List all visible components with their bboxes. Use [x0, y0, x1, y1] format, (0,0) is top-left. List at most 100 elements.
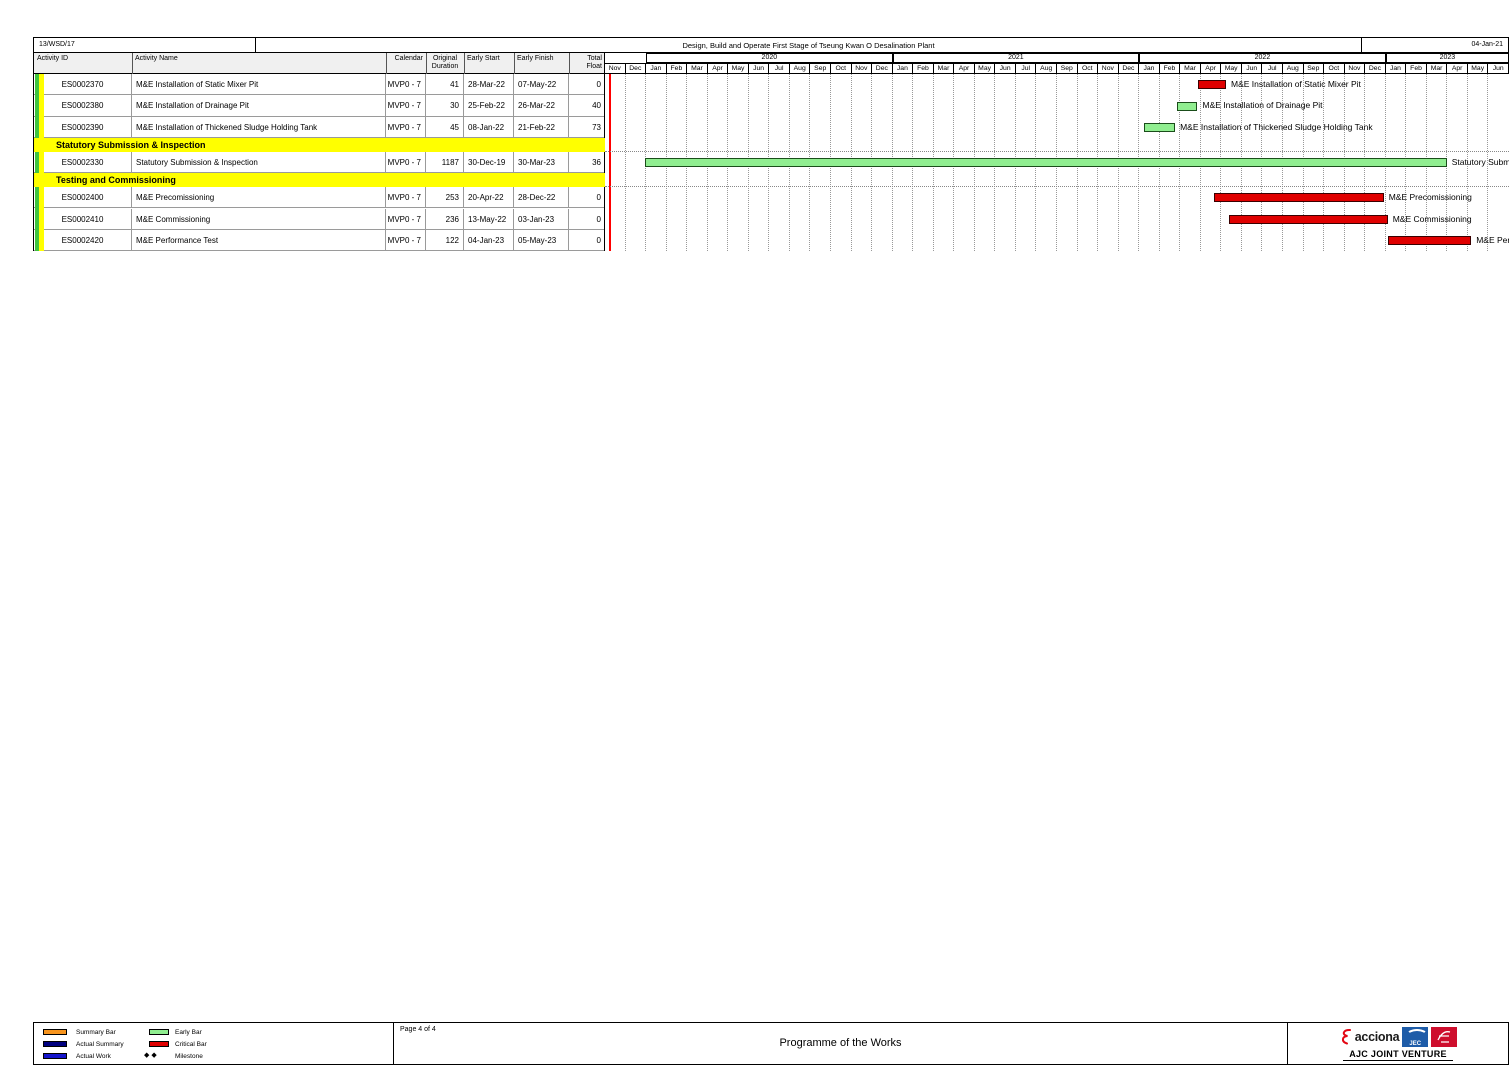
month-cell: Jun [1242, 64, 1263, 74]
cell-activity-name: M&E Installation of Thickened Sludge Hol… [132, 117, 386, 138]
gantt-bar-early [645, 158, 1447, 167]
cell-total-float: 40 [569, 95, 605, 116]
acciona-logo: acciona [1355, 1030, 1399, 1044]
month-cell: Sep [1057, 64, 1078, 74]
cell-calendar: MVP0 - 7 [386, 187, 426, 208]
cell-duration: 1187 [426, 152, 464, 173]
col-activity-id: Activity ID [37, 55, 68, 63]
cell-activity-name: M&E Installation of Static Mixer Pit [132, 74, 386, 95]
gantt-sheet: 13/WSD/17 Design, Build and Operate Firs… [33, 37, 1509, 251]
legend-label: Milestone [175, 1053, 203, 1060]
gantt-bar-critical [1214, 193, 1384, 202]
month-cell: Apr [954, 64, 975, 74]
bar-label: M&E Installation of Drainage Pit [1203, 95, 1323, 116]
month-cell: May [1468, 64, 1489, 74]
month-cell: Oct [1324, 64, 1345, 74]
month-cell: Aug [1036, 64, 1057, 74]
project-title: Design, Build and Operate First Stage of… [256, 38, 1362, 52]
legend-label: Actual Summary [76, 1041, 124, 1048]
month-cell: Aug [1283, 64, 1304, 74]
timeline-year-row: 2020202120222023 [605, 53, 1509, 63]
activity-row: ES0002400M&E PrecomissioningMVP0 - 72532… [34, 187, 605, 208]
gantt-bar-early [1144, 123, 1175, 132]
month-cell: Apr [708, 64, 729, 74]
col-total-float: Total Float [570, 55, 602, 71]
group-band-row: Statutory Submission & Inspection [34, 138, 605, 152]
month-cell: Sep [810, 64, 831, 74]
table-header: Activity ID Activity Name Calendar Origi… [34, 53, 605, 74]
cell-total-float: 0 [569, 74, 605, 95]
col-early-start: Early Start [467, 55, 500, 63]
col-activity-name: Activity Name [135, 55, 178, 63]
month-cell: Nov [1098, 64, 1119, 74]
summary-bar-swatch [43, 1029, 67, 1035]
month-cell: Aug [790, 64, 811, 74]
activity-table-body: ES0002370M&E Installation of Static Mixe… [34, 74, 605, 251]
group-color-stripe-yellow [39, 74, 44, 251]
month-cell: Oct [831, 64, 852, 74]
year-band-2021: 2021 [893, 53, 1140, 63]
month-cell: Jan [646, 64, 667, 74]
cell-total-float: 36 [569, 152, 605, 173]
bar-label: M&E Installation of Static Mixer Pit [1231, 74, 1361, 95]
cell-early-finish: 07-May-22 [514, 74, 569, 95]
month-cell: Feb [1160, 64, 1181, 74]
cell-early-finish: 21-Feb-22 [514, 117, 569, 138]
cell-activity-name: M&E Installation of Drainage Pit [132, 95, 386, 116]
cell-early-start: 04-Jan-23 [464, 230, 514, 251]
month-cell: Nov [1345, 64, 1366, 74]
milestone-symbol: ◆ ◆ [144, 1051, 157, 1059]
header-divider [464, 53, 465, 74]
header-divider [569, 53, 570, 74]
month-cell: Jun [1488, 64, 1509, 74]
acciona-mark-icon [1339, 1028, 1352, 1045]
gantt-bar-critical [1229, 215, 1387, 224]
cell-activity-id: ES0002380 [34, 95, 132, 116]
cell-activity-id: ES0002330 [34, 152, 132, 173]
cell-activity-id: ES0002420 [34, 230, 132, 251]
month-cell: Dec [1119, 64, 1140, 74]
month-cell: Sep [1304, 64, 1325, 74]
bar-label: M&E Performance Test [1476, 230, 1509, 251]
logo-row: acciona JEC [1339, 1026, 1457, 1047]
p6-gantt-report-page: { "header": { "doc_ref": "13/WSD/17", "t… [0, 0, 1512, 1070]
month-cell: Apr [1447, 64, 1468, 74]
page-number: Page 4 of 4 [400, 1026, 436, 1033]
actual-summary-swatch [43, 1041, 67, 1047]
month-cell: Mar [934, 64, 955, 74]
document-reference: 13/WSD/17 [34, 38, 256, 52]
month-cell: Jul [1262, 64, 1283, 74]
month-cell: May [975, 64, 996, 74]
actual-work-swatch [43, 1053, 67, 1059]
cell-duration: 122 [426, 230, 464, 251]
joint-venture-logos: acciona JEC AJC JOINT VENTURE [1288, 1023, 1508, 1064]
month-cell: Jun [995, 64, 1016, 74]
cell-activity-name: Statutory Submission & Inspection [132, 152, 386, 173]
legend-label: Actual Work [76, 1053, 111, 1060]
month-cell: Dec [872, 64, 893, 74]
footer-bar: Summary Bar Actual Summary Actual Work Earl… [33, 1022, 1509, 1065]
cell-total-float: 0 [569, 209, 605, 230]
cell-activity-name: M&E Commissioning [132, 209, 386, 230]
cell-total-float: 73 [569, 117, 605, 138]
cell-early-start: 25-Feb-22 [464, 95, 514, 116]
cell-total-float: 0 [569, 230, 605, 251]
legend-label: Early Bar [175, 1029, 202, 1036]
cell-duration: 41 [426, 74, 464, 95]
month-cell: Dec [626, 64, 647, 74]
cell-early-start: 08-Jan-22 [464, 117, 514, 138]
month-cell: Jul [769, 64, 790, 74]
cell-total-float: 0 [569, 187, 605, 208]
critical-bar-swatch [149, 1041, 169, 1047]
cell-calendar: MVP0 - 7 [386, 117, 426, 138]
legend-label: Summary Bar [76, 1029, 116, 1036]
timeline-month-row: NovDecJanFebMarAprMayJunJulAugSepOctNovD… [605, 63, 1509, 74]
table-chart-divider [604, 53, 605, 251]
cell-calendar: MVP0 - 7 [386, 152, 426, 173]
report-title: Programme of the Works [394, 1023, 1287, 1049]
cell-duration: 236 [426, 209, 464, 230]
month-cell: Oct [1078, 64, 1099, 74]
col-early-finish: Early Finish [517, 55, 554, 63]
month-cell: Jan [1139, 64, 1160, 74]
cell-early-finish: 03-Jan-23 [514, 209, 569, 230]
